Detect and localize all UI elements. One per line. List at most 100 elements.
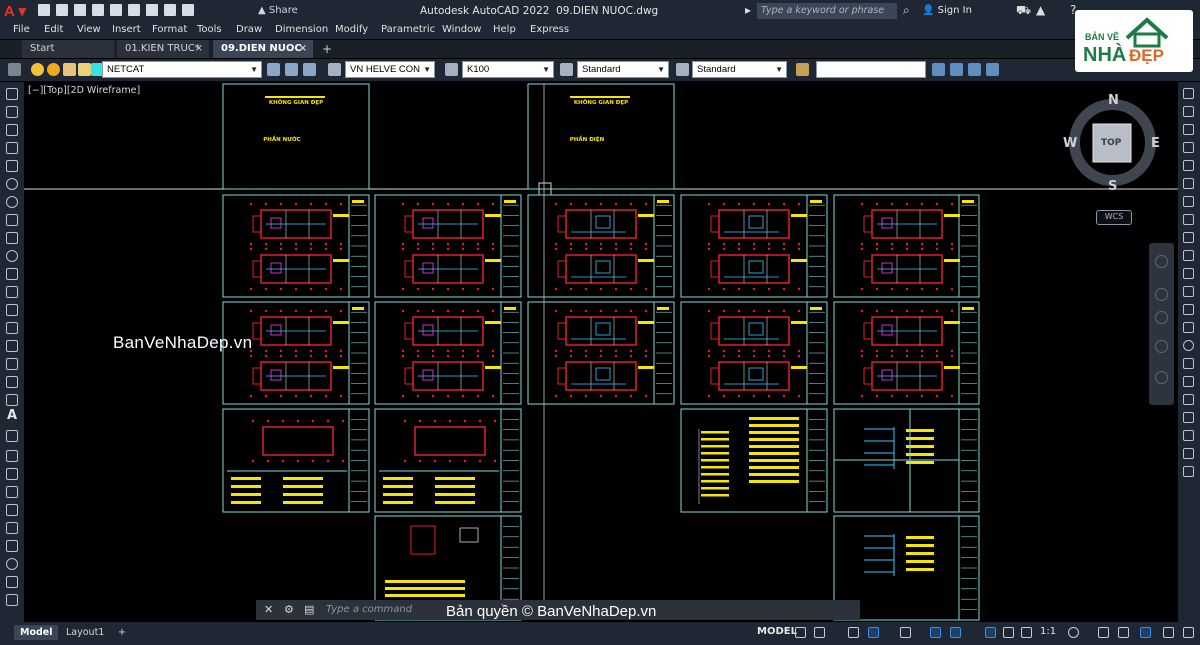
menu-tools[interactable]: Tools: [197, 24, 222, 35]
annotation-scale-value[interactable]: 1:1: [1040, 626, 1056, 637]
dimension-space-icon[interactable]: [1183, 286, 1194, 297]
dimension-update-icon[interactable]: [1183, 430, 1194, 441]
dimension-style-dropdown[interactable]: K100 ▼: [462, 61, 554, 78]
lightbulb-icon[interactable]: [31, 63, 44, 76]
center-mark-icon[interactable]: [1183, 340, 1194, 351]
mirror-icon[interactable]: [6, 486, 18, 498]
sign-in-button[interactable]: 👤 Sign In: [922, 5, 972, 16]
object-snap-icon[interactable]: [950, 627, 961, 638]
stretch-icon[interactable]: [6, 594, 18, 606]
tab-dien-nuoc[interactable]: 09.DIEN NUOC ×: [213, 40, 313, 58]
compass-south[interactable]: S: [1108, 179, 1117, 194]
menu-view[interactable]: View: [77, 24, 101, 35]
multileader-style-icon[interactable]: [676, 63, 689, 76]
table-style-dropdown[interactable]: Standard ▼: [577, 61, 669, 78]
save-web-icon[interactable]: [128, 4, 140, 16]
object-snap-tracking-icon[interactable]: [930, 627, 941, 638]
menu-file[interactable]: File: [13, 24, 30, 35]
new-tab-button[interactable]: +: [318, 40, 336, 58]
layer-state-icon[interactable]: [303, 63, 316, 76]
gradient-icon[interactable]: [6, 358, 18, 370]
layer-color-icon[interactable]: [78, 63, 91, 76]
viewport-lock-icon[interactable]: [986, 63, 999, 76]
open-web-icon[interactable]: [110, 4, 122, 16]
customize-icon[interactable]: ⚙: [284, 603, 294, 616]
steering-wheel-icon[interactable]: [1155, 255, 1168, 268]
dimension-ordinate-icon[interactable]: [1183, 142, 1194, 153]
redo-icon[interactable]: [182, 4, 194, 16]
showmotion-icon[interactable]: [1155, 371, 1168, 384]
viewcube-top-face[interactable]: TOP: [1101, 138, 1121, 148]
erase-icon[interactable]: [6, 450, 18, 462]
command-history-icon[interactable]: ▤: [304, 603, 314, 616]
tab-model[interactable]: Model: [14, 625, 59, 640]
compass-east[interactable]: E: [1151, 136, 1160, 151]
close-icon[interactable]: ×: [195, 40, 203, 58]
command-input[interactable]: Type a command: [326, 604, 412, 615]
menu-format[interactable]: Format: [152, 24, 187, 35]
units-icon[interactable]: [1118, 627, 1129, 638]
dimension-jogged-icon[interactable]: [1183, 178, 1194, 189]
make-current-icon[interactable]: [267, 63, 280, 76]
ortho-icon[interactable]: [848, 627, 859, 638]
plot-style-icon[interactable]: [796, 63, 809, 76]
circle-icon[interactable]: [6, 196, 18, 208]
menu-draw[interactable]: Draw: [236, 24, 262, 35]
menu-dimension[interactable]: Dimension: [275, 24, 328, 35]
new-icon[interactable]: [38, 4, 50, 16]
dimension-style-icon[interactable]: [445, 63, 458, 76]
dimension-override-icon[interactable]: [1183, 466, 1194, 477]
open-icon[interactable]: [56, 4, 68, 16]
search-input[interactable]: Type a keyword or phrase: [757, 3, 897, 19]
make-block-icon[interactable]: [6, 304, 18, 316]
search-icon[interactable]: ⌕: [903, 3, 910, 18]
point-icon[interactable]: [6, 322, 18, 334]
dimension-diameter-icon[interactable]: [1183, 196, 1194, 207]
dimension-radius-icon[interactable]: [1183, 160, 1194, 171]
menu-edit[interactable]: Edit: [44, 24, 63, 35]
tolerance-icon[interactable]: [1183, 322, 1194, 333]
add-selected-icon[interactable]: [6, 430, 18, 442]
dimension-style-icon[interactable]: [1183, 448, 1194, 459]
compass-north[interactable]: N: [1108, 93, 1119, 108]
annotation-visibility-icon[interactable]: [985, 627, 996, 638]
annotation-scale-icon[interactable]: [1021, 627, 1032, 638]
add-layout-button[interactable]: +: [112, 625, 132, 640]
dimension-angular-icon[interactable]: [1183, 214, 1194, 225]
inspection-icon[interactable]: [1183, 358, 1194, 369]
jogged-linear-icon[interactable]: [1183, 376, 1194, 387]
dimension-linear-icon[interactable]: [1183, 88, 1194, 99]
spline-icon[interactable]: [6, 232, 18, 244]
tab-start[interactable]: Start: [22, 40, 114, 58]
snap-icon[interactable]: [814, 627, 825, 638]
copy-icon[interactable]: [6, 468, 18, 480]
rectangle-icon[interactable]: [6, 160, 18, 172]
menu-modify[interactable]: Modify: [335, 24, 368, 35]
add-icon[interactable]: [1098, 627, 1109, 638]
share-button[interactable]: ▲ Share: [258, 5, 298, 16]
clean-screen-icon[interactable]: [1163, 627, 1174, 638]
cart-icon[interactable]: ⛟: [1016, 3, 1031, 19]
save-icon[interactable]: [74, 4, 86, 16]
table-style-icon[interactable]: [560, 63, 573, 76]
plot-icon[interactable]: [146, 4, 158, 16]
dimension-aligned-icon[interactable]: [1183, 106, 1194, 117]
pan-icon[interactable]: [1155, 288, 1168, 301]
workspace-gear-icon[interactable]: [1068, 627, 1079, 638]
autodesk-a360-icon[interactable]: ▲: [1036, 3, 1045, 17]
auto-scale-icon[interactable]: [1003, 627, 1014, 638]
scale-icon[interactable]: [6, 576, 18, 588]
autocad-logo-icon[interactable]: A ▾: [4, 2, 26, 20]
insert-block-icon[interactable]: [6, 286, 18, 298]
wcs-menu[interactable]: WCS: [1096, 210, 1132, 225]
dimension-text-edit-icon[interactable]: [1183, 412, 1194, 423]
dimension-arc-icon[interactable]: [1183, 124, 1194, 135]
ellipse-arc-icon[interactable]: [6, 268, 18, 280]
zoom-extents-icon[interactable]: [1155, 311, 1168, 324]
array-icon[interactable]: [6, 522, 18, 534]
quick-dimension-icon[interactable]: [1183, 232, 1194, 243]
search-arrow-icon[interactable]: ▸: [745, 3, 751, 17]
save-as-icon[interactable]: [92, 4, 104, 16]
viewport-icon[interactable]: [932, 63, 945, 76]
model-space-toggle[interactable]: MODEL: [757, 626, 797, 637]
